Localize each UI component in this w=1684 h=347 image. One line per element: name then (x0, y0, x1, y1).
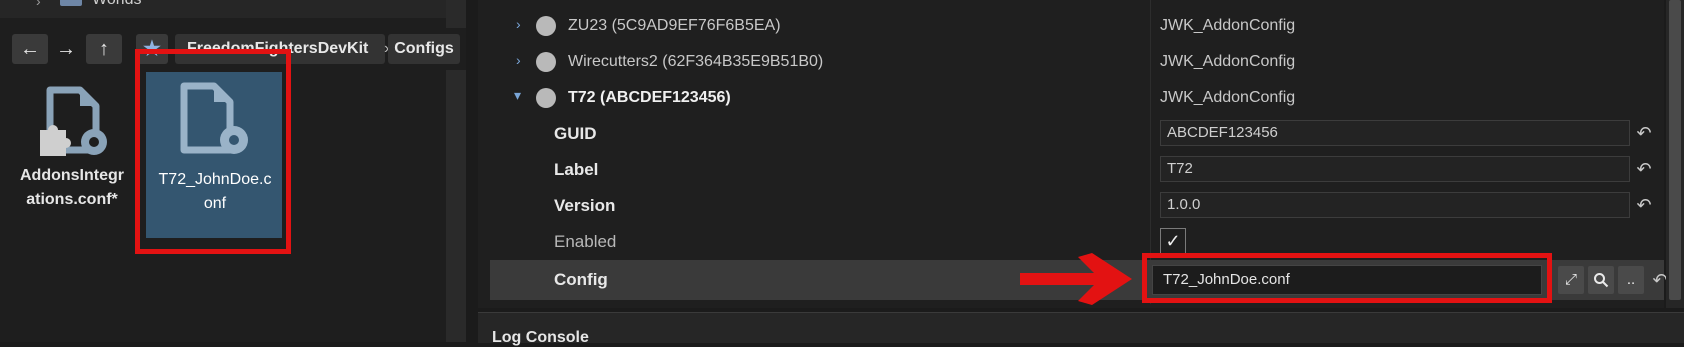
label-field[interactable]: T72 (1160, 156, 1630, 182)
scrollbar-thumb[interactable] (1669, 0, 1681, 300)
file-name-addonsintegrations: AddonsIntegr ations.conf* (10, 164, 134, 212)
red-arrow-annotation-icon (1020, 253, 1132, 305)
revert-icon[interactable]: ↶ (1634, 123, 1654, 143)
prop-label-version: Version (554, 196, 616, 215)
browse-button[interactable]: .. (1618, 266, 1644, 294)
forward-arrow-icon: → (56, 38, 76, 60)
guid-field[interactable]: ABCDEF123456 (1160, 120, 1630, 146)
prop-label-label: Label (554, 160, 599, 179)
config-file-with-puzzle-icon (40, 86, 107, 156)
row-value-t72: JWK_AddonConfig (1160, 89, 1296, 106)
prop-label-guid: GUID (554, 124, 597, 143)
log-console-title[interactable]: Log Console (492, 329, 589, 347)
expand-icon[interactable]: › (516, 16, 521, 32)
breadcrumb-configs[interactable]: Configs (388, 34, 460, 64)
collapse-icon[interactable]: ▾ (514, 87, 521, 104)
entity-dot-icon (536, 52, 556, 72)
version-field[interactable]: 1.0.0 (1160, 192, 1630, 218)
file-item-addonsintegrations[interactable] (30, 86, 110, 166)
open-external-button[interactable]: ⤢ (1558, 266, 1584, 294)
back-button[interactable]: ← (12, 34, 48, 64)
prop-label-enabled: Enabled (554, 232, 617, 251)
tree-item-worlds[interactable]: Worlds (92, 0, 142, 9)
file-name-line: AddonsIntegr (20, 167, 124, 184)
up-button[interactable]: ↑ (86, 34, 122, 64)
search-button[interactable] (1588, 266, 1614, 294)
revert-icon[interactable]: ↶ (1634, 195, 1654, 215)
highlight-box-config-field (1142, 253, 1552, 303)
enabled-checkbox[interactable]: ✓ (1160, 228, 1186, 254)
row-label-t72[interactable]: T72 (ABCDEF123456) (568, 88, 731, 108)
up-arrow-icon: ↑ (99, 38, 109, 60)
row-value-wirecutters2: JWK_AddonConfig (1160, 53, 1296, 70)
highlight-box-selected-file (135, 49, 291, 254)
search-icon (1594, 273, 1609, 288)
log-console-header (478, 312, 1684, 343)
row-label-wirecutters2[interactable]: Wirecutters2 (62F364B35E9B51B0) (568, 52, 823, 72)
prop-label-config: Config (554, 270, 608, 289)
back-arrow-icon: ← (20, 38, 40, 60)
row-value-zu23: JWK_AddonConfig (1160, 17, 1296, 34)
entity-dot-icon (536, 16, 556, 36)
expand-icon[interactable]: › (516, 52, 521, 68)
tree-expand-icon[interactable]: › (36, 0, 41, 9)
row-label-zu23[interactable]: ZU23 (5C9AD9EF76F6B5EA) (568, 16, 781, 36)
checkmark-icon: ✓ (1165, 231, 1181, 251)
file-name-line: ations.conf* (26, 191, 118, 208)
entity-dot-icon (536, 88, 556, 108)
forward-button[interactable]: → (50, 34, 82, 64)
revert-icon[interactable]: ↶ (1634, 159, 1654, 179)
folder-icon (60, 0, 82, 6)
open-external-icon: ⤢ (1564, 271, 1577, 288)
